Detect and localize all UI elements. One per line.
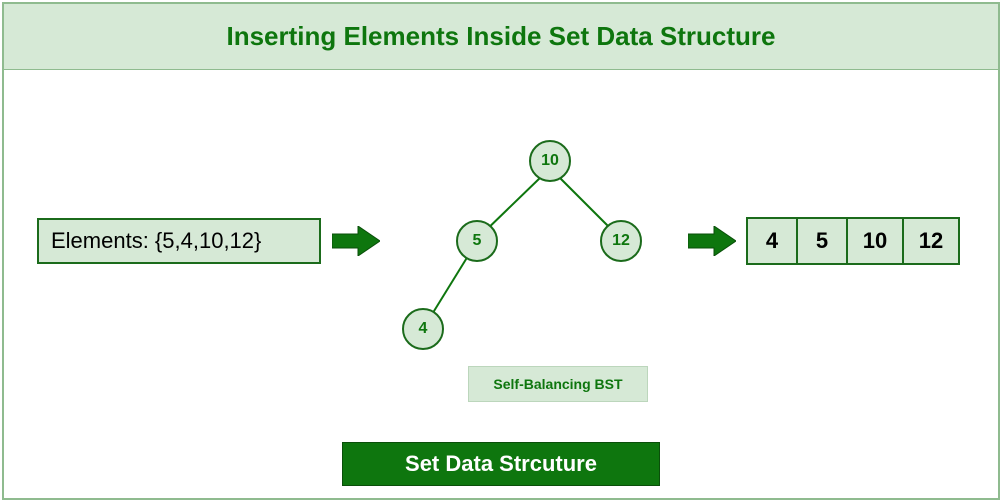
content-area: Elements: {5,4,10,12} 10 5 12 4 bbox=[4, 70, 998, 498]
output-cell: 10 bbox=[846, 217, 904, 265]
page-title: Inserting Elements Inside Set Data Struc… bbox=[226, 21, 775, 52]
footer-text: Set Data Strcuture bbox=[405, 451, 597, 477]
input-elements-text: Elements: {5,4,10,12} bbox=[51, 228, 261, 254]
cell-value: 10 bbox=[863, 228, 887, 254]
cell-value: 12 bbox=[919, 228, 943, 254]
cell-value: 5 bbox=[816, 228, 828, 254]
node-value: 5 bbox=[473, 232, 482, 250]
footer-label: Set Data Strcuture bbox=[342, 442, 660, 486]
node-value: 12 bbox=[612, 232, 630, 250]
arrow-right-icon bbox=[688, 226, 736, 256]
title-bar: Inserting Elements Inside Set Data Struc… bbox=[4, 4, 998, 70]
output-cell: 12 bbox=[902, 217, 960, 265]
tree-node-right: 12 bbox=[600, 220, 642, 262]
bst-caption-text: Self-Balancing BST bbox=[493, 376, 622, 392]
output-set: 4 5 10 12 bbox=[746, 217, 960, 265]
bst-tree: 10 5 12 4 Self-Balancing BST bbox=[390, 140, 680, 410]
tree-node-left: 5 bbox=[456, 220, 498, 262]
bst-caption: Self-Balancing BST bbox=[468, 366, 648, 402]
output-cell: 5 bbox=[796, 217, 848, 265]
output-cell: 4 bbox=[746, 217, 798, 265]
node-value: 4 bbox=[419, 320, 428, 338]
tree-node-root: 10 bbox=[529, 140, 571, 182]
diagram-frame: Inserting Elements Inside Set Data Struc… bbox=[2, 2, 1000, 500]
cell-value: 4 bbox=[766, 228, 778, 254]
node-value: 10 bbox=[541, 152, 559, 170]
tree-node-leftleft: 4 bbox=[402, 308, 444, 350]
arrow-right-icon bbox=[332, 226, 380, 256]
input-elements-box: Elements: {5,4,10,12} bbox=[37, 218, 321, 264]
